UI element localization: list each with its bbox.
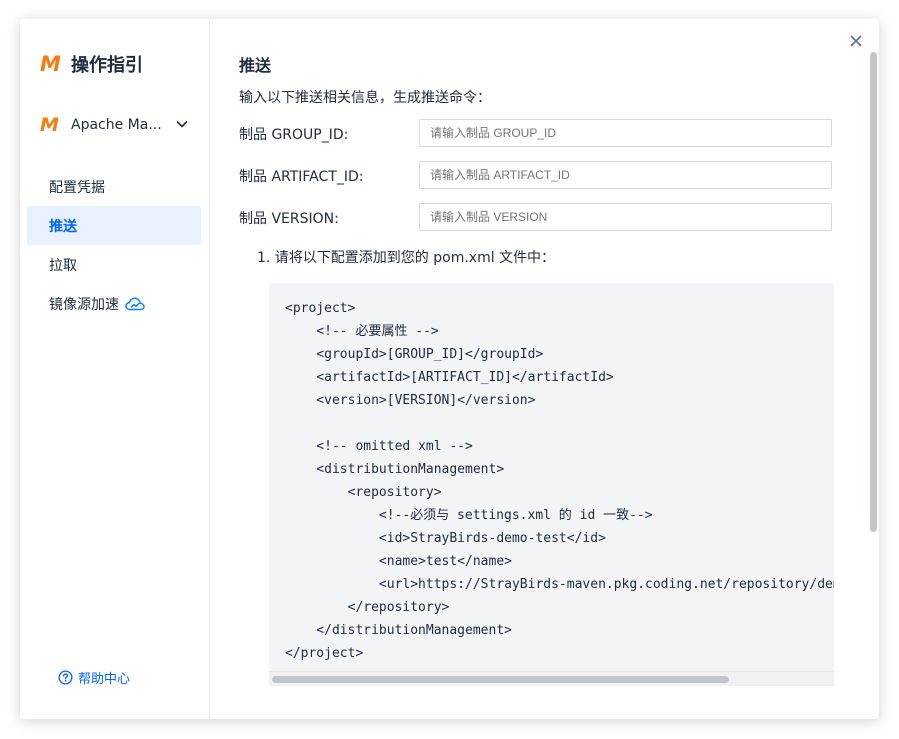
code-line: <name>test</name> bbox=[285, 554, 512, 569]
artifact-id-input[interactable] bbox=[419, 161, 832, 189]
group-id-label: 制品 GROUP_ID: bbox=[239, 127, 349, 143]
sidebar-header: M 操作指引 bbox=[40, 51, 143, 77]
vertical-scrollbar[interactable] bbox=[867, 52, 879, 719]
sidebar-item-push[interactable]: 推送 bbox=[27, 206, 201, 245]
repo-select[interactable]: M Apache Ma... bbox=[40, 113, 190, 137]
code-line: <artifactId>[ARTIFACT_ID]</artifactId> bbox=[285, 370, 614, 385]
version-row: 制品 VERSION: bbox=[239, 203, 834, 233]
artifact-id-label: 制品 ARTIFACT_ID: bbox=[239, 169, 364, 185]
code-line: <version>[VERSION]</version> bbox=[285, 393, 536, 408]
code-line: </project> bbox=[285, 646, 364, 661]
sidebar-item-label: 推送 bbox=[49, 218, 77, 235]
guide-dialog: M 操作指引 M Apache Ma... 配置凭据 推送 拉取 镜像源加速 帮… bbox=[20, 19, 879, 719]
code-line: <groupId>[GROUP_ID]</groupId> bbox=[285, 347, 544, 362]
code-line: <!-- 必要属性 --> bbox=[285, 324, 439, 339]
page-description: 输入以下推送相关信息，生成推送命令： bbox=[239, 90, 491, 106]
code-line: </distributionManagement> bbox=[285, 623, 512, 638]
group-id-row: 制品 GROUP_ID: bbox=[239, 119, 834, 149]
maven-logo-icon: M bbox=[40, 114, 59, 136]
help-center-link[interactable]: 帮助中心 bbox=[58, 668, 130, 687]
horizontal-scrollbar[interactable] bbox=[269, 671, 834, 686]
step-1-instruction: 1. 请将以下配置添加到您的 pom.xml 文件中： bbox=[257, 250, 556, 266]
code-line: </repository> bbox=[285, 600, 450, 615]
sidebar-item-mirror-acceleration[interactable]: 镜像源加速 bbox=[27, 284, 201, 323]
code-line: <id>StrayBirds-demo-test</id> bbox=[285, 531, 606, 546]
sidebar-item-pull[interactable]: 拉取 bbox=[27, 245, 201, 284]
maven-logo-icon: M bbox=[40, 52, 61, 76]
group-id-input[interactable] bbox=[419, 119, 832, 147]
code-line: <url>https://StrayBirds-maven.pkg.coding… bbox=[378, 577, 834, 592]
code-line: <!-- omitted xml --> bbox=[285, 439, 473, 454]
sidebar-item-credentials[interactable]: 配置凭据 bbox=[27, 167, 201, 206]
close-icon[interactable] bbox=[848, 33, 864, 49]
version-input[interactable] bbox=[419, 203, 832, 231]
scrollbar-thumb[interactable] bbox=[870, 52, 877, 532]
sidebar-item-label: 配置凭据 bbox=[49, 179, 105, 196]
chevron-down-icon[interactable] bbox=[175, 116, 189, 135]
code-line: <project> bbox=[285, 301, 356, 316]
version-label: 制品 VERSION: bbox=[239, 211, 339, 227]
scrollbar-thumb[interactable] bbox=[272, 676, 729, 683]
sidebar-title: 操作指引 bbox=[71, 55, 143, 76]
pom-xml-code: <project> <!-- 必要属性 --> <groupId>[GROUP_… bbox=[285, 297, 834, 665]
cloud-icon bbox=[125, 297, 145, 311]
code-block[interactable]: <project> <!-- 必要属性 --> <groupId>[GROUP_… bbox=[269, 283, 834, 686]
code-line: <repository> bbox=[285, 485, 442, 500]
artifact-id-row: 制品 ARTIFACT_ID: bbox=[239, 161, 834, 191]
main-panel: 推送 输入以下推送相关信息，生成推送命令： 制品 GROUP_ID: 制品 AR… bbox=[210, 19, 879, 719]
sidebar-nav: 配置凭据 推送 拉取 镜像源加速 bbox=[27, 167, 201, 323]
repo-name: Apache Ma... bbox=[71, 117, 162, 133]
sidebar-item-label: 镜像源加速 bbox=[49, 296, 119, 313]
sidebar: M 操作指引 M Apache Ma... 配置凭据 推送 拉取 镜像源加速 帮… bbox=[20, 19, 210, 719]
sidebar-item-label: 拉取 bbox=[49, 257, 77, 274]
help-center-label: 帮助中心 bbox=[78, 672, 131, 687]
code-line: <distributionManagement> bbox=[285, 462, 505, 477]
code-line: <!--必须与 settings.xml 的 id 一致--> bbox=[285, 508, 653, 523]
page-title: 推送 bbox=[239, 56, 272, 75]
question-circle-icon bbox=[58, 670, 73, 685]
